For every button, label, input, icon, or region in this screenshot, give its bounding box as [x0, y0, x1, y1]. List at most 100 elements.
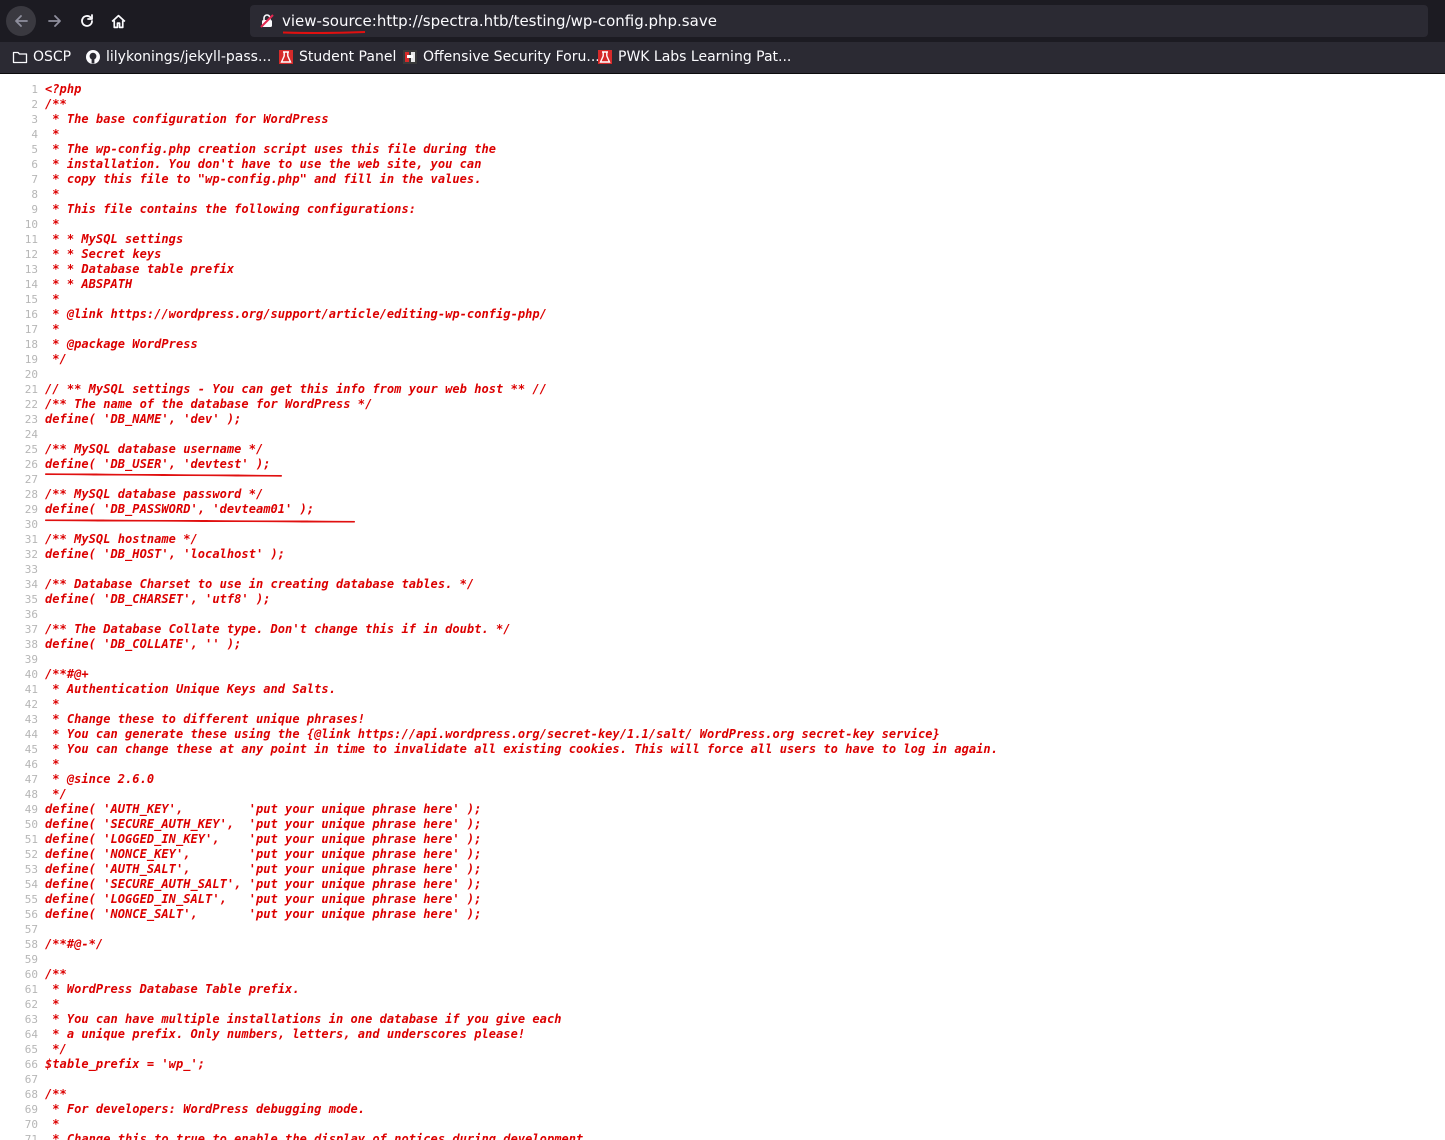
line-number: 47	[24, 773, 38, 786]
bookmark-jekyll[interactable]: lilykonings/jekyll-pass...	[85, 47, 271, 67]
line-number: 9	[31, 203, 38, 216]
source-line: 6 * installation. You don't have to use …	[0, 157, 1445, 172]
github-icon	[85, 49, 101, 65]
line-text: /** The name of the database for WordPre…	[45, 397, 373, 411]
line-number: 29	[24, 503, 38, 516]
line-text: * You can have multiple installations in…	[45, 1012, 562, 1026]
line-number: 67	[24, 1073, 38, 1086]
source-line: 26 define( 'DB_USER', 'devtest' );	[0, 457, 1445, 472]
source-line: 68 /**	[0, 1087, 1445, 1102]
line-text: $table_prefix = 'wp_';	[45, 1057, 206, 1071]
bookmark-pwk-labs[interactable]: PWK Labs Learning Pat...	[597, 47, 791, 67]
line-text: * The base configuration for WordPress	[45, 112, 329, 126]
source-line: 37 /** The Database Collate type. Don't c…	[0, 622, 1445, 637]
line-text: * For developers: WordPress debugging mo…	[45, 1102, 366, 1116]
source-line: 48 */	[0, 787, 1445, 802]
line-number: 36	[24, 608, 38, 621]
source-line: 14 * * ABSPATH	[0, 277, 1445, 292]
line-text: * * ABSPATH	[45, 277, 133, 291]
line-number: 38	[24, 638, 38, 651]
line-number: 64	[24, 1028, 38, 1041]
line-text: /** MySQL database username */	[45, 442, 264, 456]
line-number: 60	[24, 968, 38, 981]
line-text: <?php	[45, 82, 82, 96]
line-number: 3	[31, 113, 38, 126]
line-text: define( 'DB_CHARSET', 'utf8' );	[45, 592, 271, 606]
source-line: 23 define( 'DB_NAME', 'dev' );	[0, 412, 1445, 427]
line-number: 46	[24, 758, 38, 771]
line-text: * * Secret keys	[45, 247, 162, 261]
forward-button[interactable]	[40, 6, 70, 36]
reload-button[interactable]	[72, 6, 102, 36]
line-text: define( 'SECURE_AUTH_KEY', 'put your uni…	[45, 817, 482, 831]
line-number: 24	[24, 428, 38, 441]
source-line: 33	[0, 562, 1445, 577]
bookmark-label: Student Panel	[299, 49, 397, 65]
line-number: 71	[24, 1133, 38, 1140]
line-number: 21	[24, 383, 38, 396]
line-text: * * Database table prefix	[45, 262, 235, 276]
line-text: define( 'AUTH_SALT', 'put your unique ph…	[45, 862, 482, 876]
line-text: define( 'NONCE_KEY', 'put your unique ph…	[45, 847, 482, 861]
source-line: 65 */	[0, 1042, 1445, 1057]
line-number: 11	[24, 233, 38, 246]
source-line: 1 <?php	[0, 82, 1445, 97]
line-text: define( 'DB_PASSWORD', 'devteam01' );	[45, 502, 315, 516]
source-line: 56 define( 'NONCE_SALT', 'put your unique…	[0, 907, 1445, 922]
home-button[interactable]	[103, 6, 133, 36]
url-annotation-underline	[282, 31, 366, 34]
url-address: http://spectra.htb/testing/wp-config.php…	[376, 12, 717, 30]
line-text: *	[45, 217, 60, 231]
line-text: /**	[45, 967, 67, 981]
bookmark-label: OSCP	[33, 49, 72, 65]
line-number: 50	[24, 818, 38, 831]
back-button[interactable]	[6, 6, 36, 36]
source-line: 19 */	[0, 352, 1445, 367]
line-number: 5	[31, 143, 38, 156]
bookmark-oscp[interactable]: OSCP	[12, 47, 71, 67]
source-line: 44 * You can generate these using the {@…	[0, 727, 1445, 742]
source-line: 15 *	[0, 292, 1445, 307]
source-line: 5 * The wp-config.php creation script us…	[0, 142, 1445, 157]
line-text: *	[45, 997, 60, 1011]
line-text: *	[45, 757, 60, 771]
line-text: /** MySQL database password */	[45, 487, 264, 501]
bookmark-offsec-forums[interactable]: Offensive Security Foru...	[402, 47, 600, 67]
source-line: 43 * Change these to different unique ph…	[0, 712, 1445, 727]
source-line: 63 * You can have multiple installations…	[0, 1012, 1445, 1027]
source-line: 17 *	[0, 322, 1445, 337]
source-line: 8 *	[0, 187, 1445, 202]
bookmark-student-panel[interactable]: Student Panel	[278, 47, 396, 67]
line-text: *	[45, 127, 60, 141]
line-number: 32	[24, 548, 38, 561]
line-number: 48	[24, 788, 38, 801]
source-line: 50 define( 'SECURE_AUTH_KEY', 'put your u…	[0, 817, 1445, 832]
line-text: /** The Database Collate type. Don't cha…	[45, 622, 511, 636]
line-text: *	[45, 322, 60, 336]
line-number: 27	[24, 473, 38, 486]
source-line: 10 *	[0, 217, 1445, 232]
line-text: * a unique prefix. Only numbers, letters…	[45, 1027, 526, 1041]
line-number: 62	[24, 998, 38, 1011]
line-number: 69	[24, 1103, 38, 1116]
line-number: 57	[24, 923, 38, 936]
line-number: 30	[24, 518, 38, 531]
line-number: 14	[24, 278, 38, 291]
line-number: 70	[24, 1118, 38, 1131]
line-text: define( 'LOGGED_IN_SALT', 'put your uniq…	[45, 892, 482, 906]
line-text: /** Database Charset to use in creating …	[45, 577, 475, 591]
address-bar[interactable]: view-source:http://spectra.htb/testing/w…	[250, 5, 1428, 37]
line-number: 37	[24, 623, 38, 636]
line-number: 31	[24, 533, 38, 546]
source-line: 32 define( 'DB_HOST', 'localhost' );	[0, 547, 1445, 562]
source-line: 57	[0, 922, 1445, 937]
source-line: 49 define( 'AUTH_KEY', 'put your unique p…	[0, 802, 1445, 817]
insecure-connection-icon	[259, 13, 275, 29]
bookmark-label: lilykonings/jekyll-pass...	[106, 49, 272, 65]
line-number: 8	[31, 188, 38, 201]
line-text: *	[45, 292, 60, 306]
line-text: * You can generate these using the {@lin…	[45, 727, 940, 741]
source-line: 62 *	[0, 997, 1445, 1012]
source-line: 47 * @since 2.6.0	[0, 772, 1445, 787]
source-line: 54 define( 'SECURE_AUTH_SALT', 'put your …	[0, 877, 1445, 892]
